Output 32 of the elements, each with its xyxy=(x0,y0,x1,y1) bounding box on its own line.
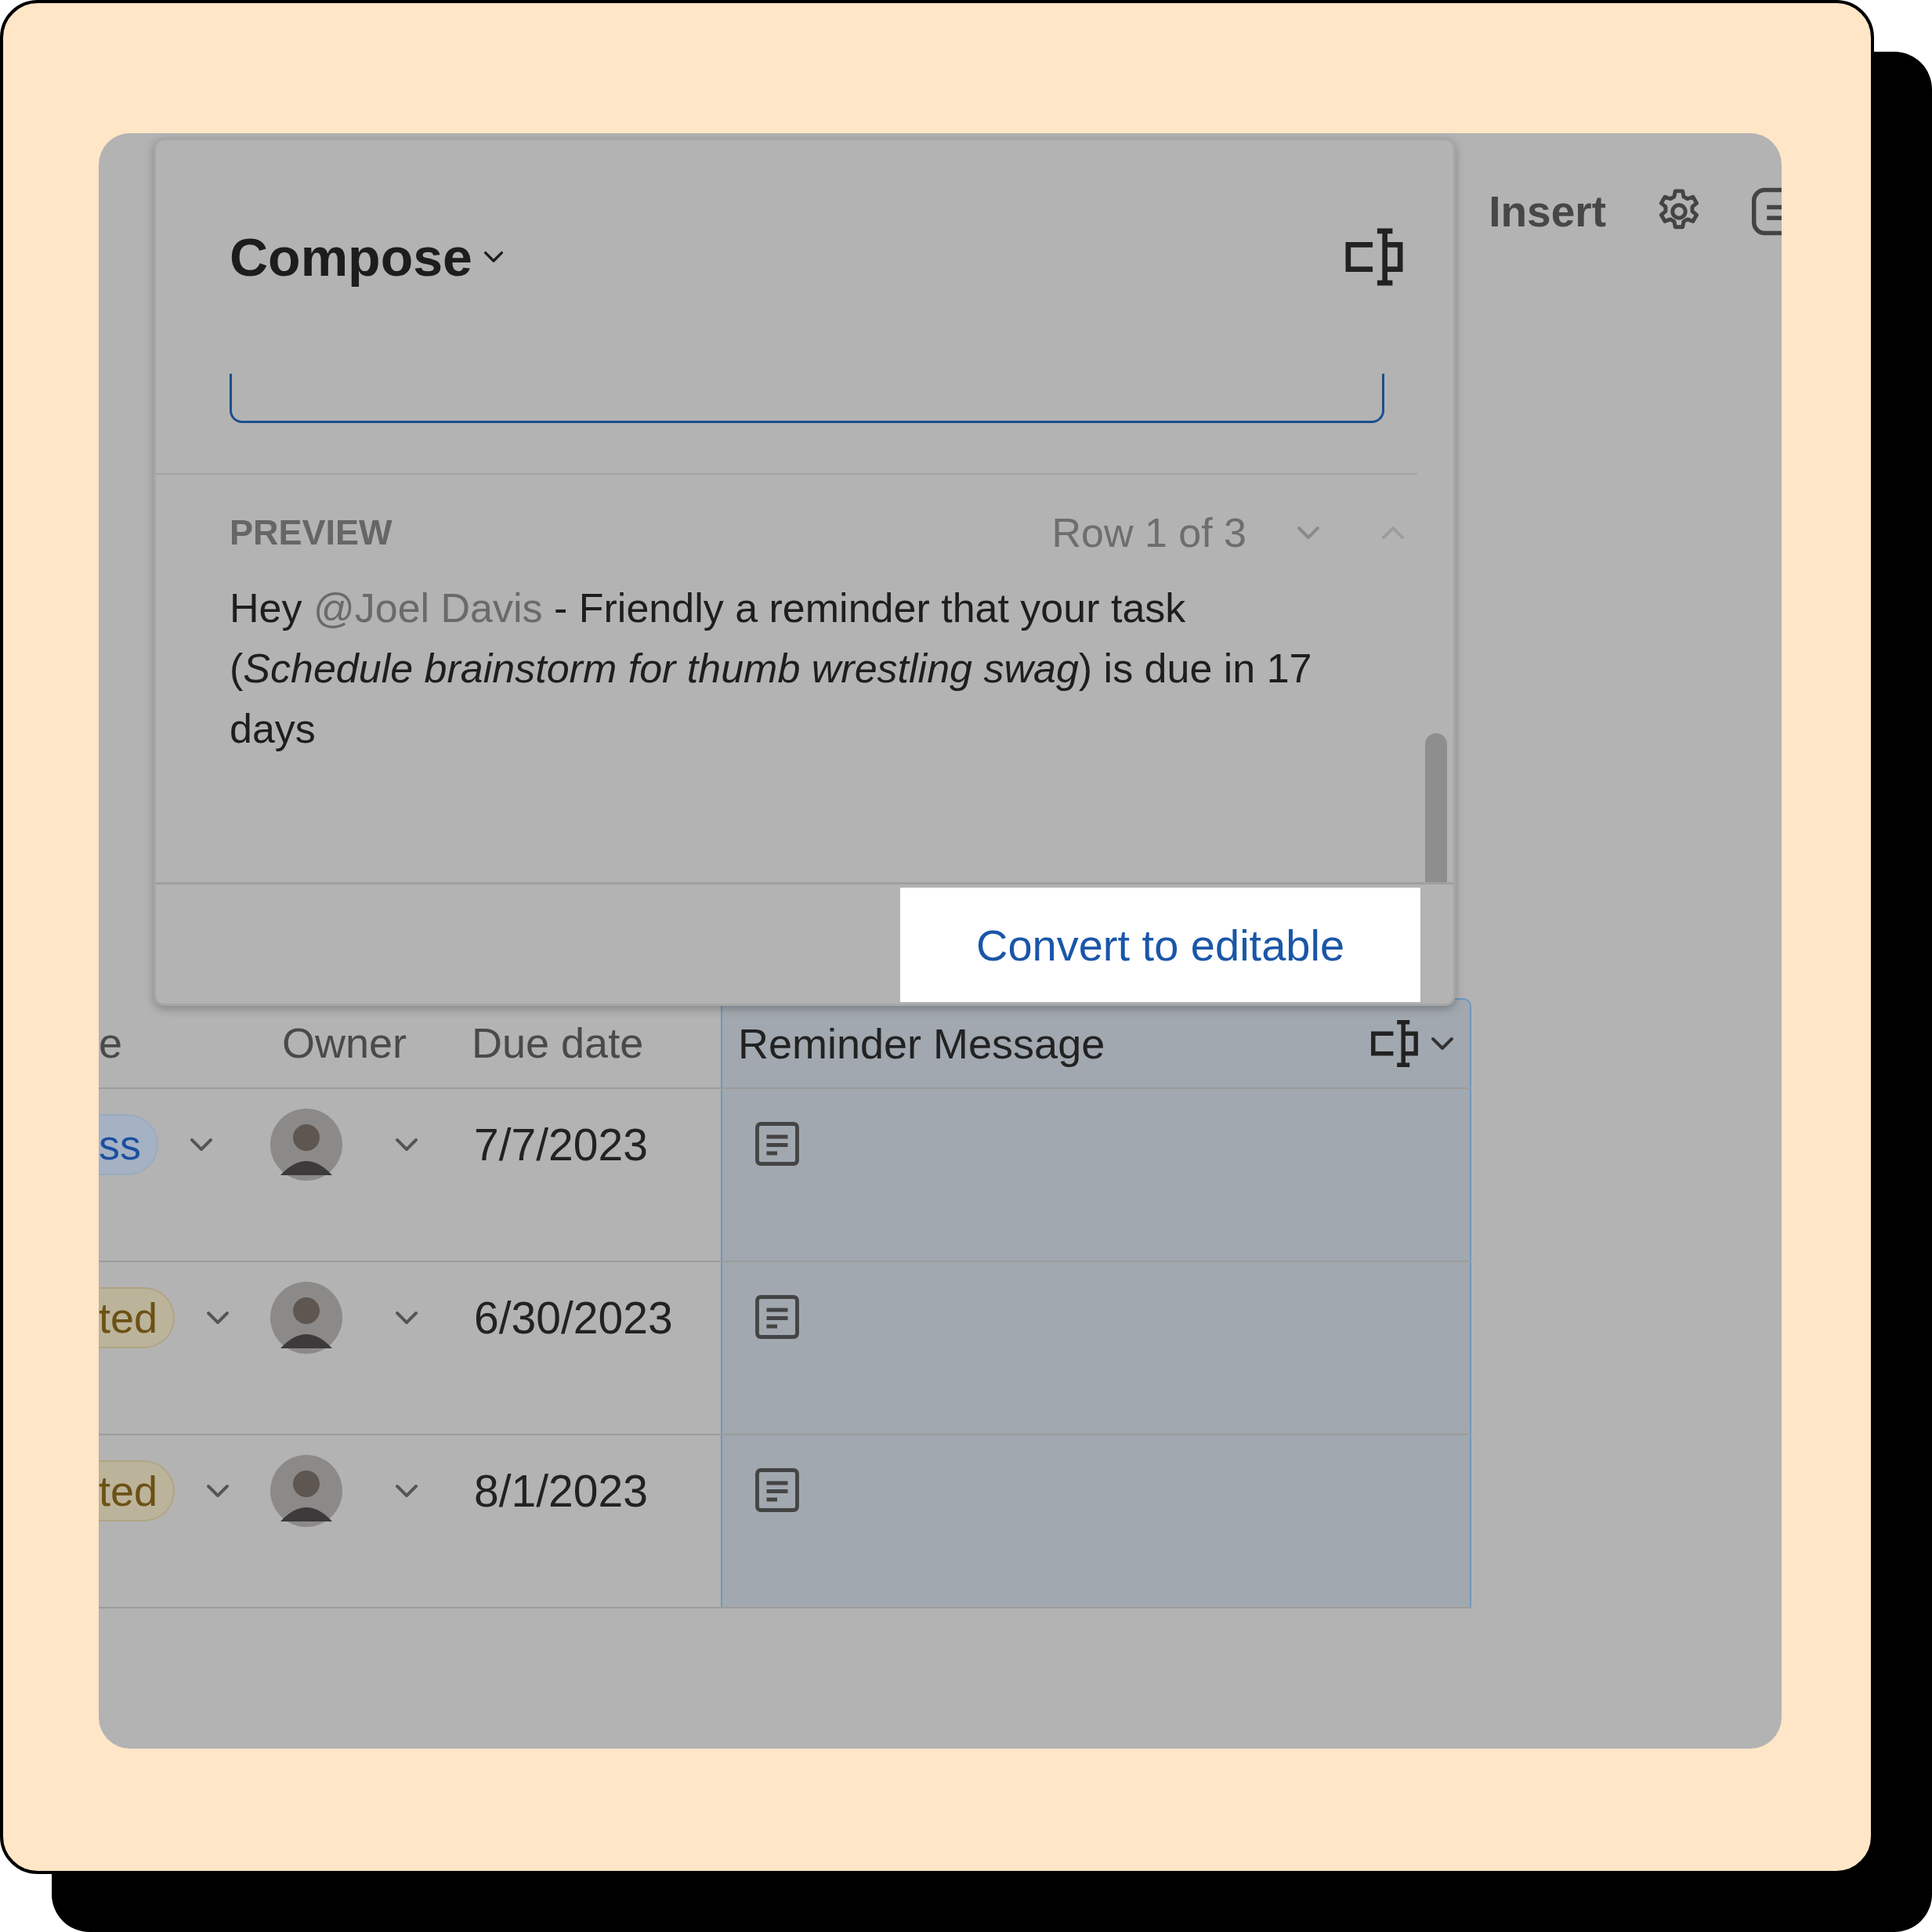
status-pill[interactable]: ted xyxy=(99,1460,175,1521)
document-icon[interactable] xyxy=(754,1293,801,1340)
chevron-down-icon[interactable] xyxy=(206,1484,230,1498)
table-cell[interactable] xyxy=(721,1262,1471,1434)
column-type-icon[interactable] xyxy=(1369,1018,1420,1069)
convert-button[interactable]: Convert to editable xyxy=(900,888,1420,1002)
table-cell[interactable] xyxy=(721,1089,1471,1261)
compose-dropdown[interactable]: Compose xyxy=(230,226,504,288)
table-cell[interactable] xyxy=(721,1435,1471,1607)
chevron-down-icon[interactable] xyxy=(483,251,504,263)
document-icon[interactable] xyxy=(754,1467,801,1514)
document-icon[interactable] xyxy=(754,1120,801,1167)
column-type-icon[interactable] xyxy=(1344,226,1405,288)
preview-label: PREVIEW xyxy=(230,512,393,553)
due-date: 6/30/2023 xyxy=(473,1292,673,1344)
chevron-down-icon[interactable] xyxy=(395,1484,418,1498)
column-header: Owner xyxy=(281,1018,408,1067)
status-pill[interactable]: ted xyxy=(99,1287,175,1348)
due-date: 8/1/2023 xyxy=(473,1465,648,1517)
chevron-down-icon[interactable] xyxy=(395,1311,418,1325)
chevron-down-icon[interactable] xyxy=(190,1138,213,1152)
column-header: Due date xyxy=(471,1018,645,1067)
insert-button[interactable]: Insert xyxy=(1489,186,1606,237)
due-date: 7/7/2023 xyxy=(473,1119,648,1170)
preview-message: Hey @Joel Davis - Friendly a reminder that your task (Schedule brainstorm for thumb wrestling swag) is due in 17 days xyxy=(230,584,1313,753)
row-indicator: Row 1 of 3 xyxy=(1051,509,1246,556)
chevron-down-icon[interactable] xyxy=(1431,1037,1454,1051)
status-pill[interactable]: ss xyxy=(99,1114,158,1175)
chevron-down-icon[interactable] xyxy=(206,1311,230,1325)
column-header: e xyxy=(99,1018,124,1067)
column-header[interactable]: Reminder Message xyxy=(721,998,1471,1087)
chevron-down-icon[interactable] xyxy=(395,1138,418,1152)
